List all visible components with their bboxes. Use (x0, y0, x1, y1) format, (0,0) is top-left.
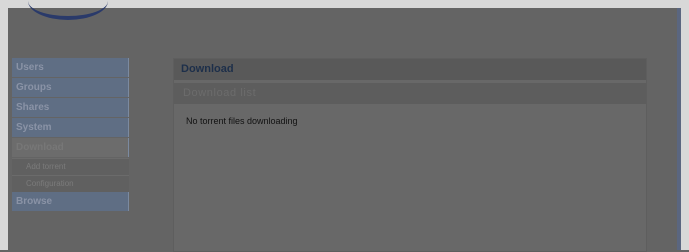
window-frame-left (0, 0, 8, 250)
sidebar: Users Groups Shares System Download Add … (12, 58, 129, 212)
logo (28, 0, 108, 20)
section-header: Download list (174, 83, 646, 104)
sidebar-subitem-configuration[interactable]: Configuration (12, 175, 129, 192)
sidebar-item-system[interactable]: System (12, 118, 129, 137)
window-frame-right (681, 0, 689, 250)
sidebar-item-groups[interactable]: Groups (12, 78, 129, 97)
page-edge (677, 8, 681, 250)
sidebar-item-shares[interactable]: Shares (12, 98, 129, 117)
sidebar-item-download[interactable]: Download (12, 138, 129, 157)
page-title: Download (174, 59, 646, 80)
sidebar-item-users[interactable]: Users (12, 58, 129, 77)
sidebar-item-browse[interactable]: Browse (12, 192, 129, 211)
empty-message: No torrent files downloading (186, 116, 298, 126)
download-panel: Download Download list No torrent files … (173, 58, 647, 252)
download-list: No torrent files downloading (174, 104, 646, 126)
sidebar-subitem-add-torrent[interactable]: Add torrent (12, 158, 129, 175)
